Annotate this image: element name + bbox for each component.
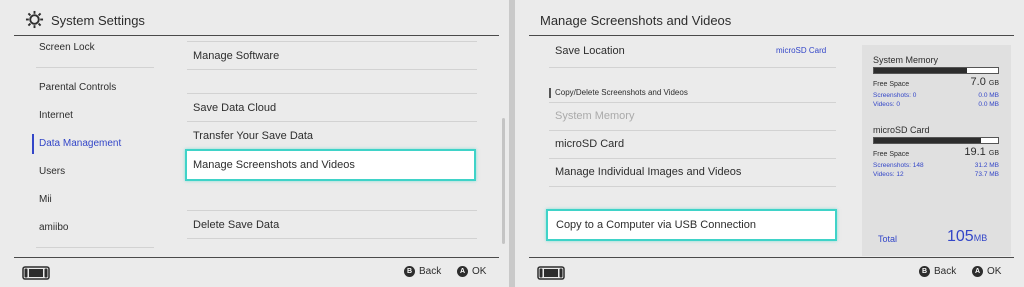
system-memory-bar-fill — [874, 68, 967, 73]
header: System Settings — [0, 0, 509, 36]
back-button[interactable]: B Back — [404, 266, 441, 277]
total-value: 105MB — [947, 228, 987, 246]
b-button-icon: B — [919, 266, 930, 277]
ok-button[interactable]: A OK — [972, 266, 1001, 277]
active-indicator — [32, 134, 34, 154]
sd-card-bar-fill — [874, 138, 981, 143]
sidebar-item-amiibo[interactable]: amiibo — [39, 222, 68, 233]
header-divider — [529, 35, 1014, 36]
microsd-card-item[interactable]: microSD Card — [555, 138, 624, 150]
sidebar-item-mii[interactable]: Mii — [39, 194, 52, 205]
system-screenshots-label: Screenshots: 0 — [873, 92, 917, 99]
list-divider — [549, 130, 836, 131]
menu-divider — [187, 121, 477, 122]
menu-divider — [187, 69, 477, 70]
system-free-value: 7.0 GB — [971, 76, 999, 88]
sidebar-item-screen-lock[interactable]: Screen Lock — [39, 42, 95, 53]
sidebar-item-internet[interactable]: Internet — [39, 110, 73, 121]
a-button-icon: A — [972, 266, 983, 277]
sd-card-title: microSD Card — [873, 125, 930, 135]
back-label: Back — [934, 266, 957, 277]
back-button[interactable]: B Back — [919, 266, 956, 277]
sd-free-unit: GB — [988, 150, 999, 157]
list-divider — [549, 102, 836, 103]
sd-free-label: Free Space — [873, 151, 910, 158]
b-button-icon: B — [404, 266, 415, 277]
page-title: Manage Screenshots and Videos — [540, 13, 732, 28]
sd-free-number: 19.1 — [964, 146, 986, 158]
menu-item-save-data-cloud[interactable]: Save Data Cloud — [193, 102, 276, 114]
system-free-unit: GB — [988, 80, 999, 87]
section-marker — [549, 88, 551, 98]
sd-screenshots-value: 31.2 MB — [974, 162, 999, 169]
menu-item-delete-save-data[interactable]: Delete Save Data — [193, 219, 279, 231]
total-unit: MB — [973, 233, 988, 243]
sidebar-item-data-management[interactable]: Data Management — [39, 138, 121, 149]
menu-item-transfer-save-data[interactable]: Transfer Your Save Data — [193, 130, 313, 142]
sidebar-item-users[interactable]: Users — [39, 166, 65, 177]
system-videos-value: 0.0 MB — [978, 101, 999, 108]
system-memory-bar — [873, 67, 999, 74]
menu-item-label: Manage Screenshots and Videos — [193, 159, 355, 171]
a-button-icon: A — [457, 266, 468, 277]
header-divider — [14, 35, 499, 36]
system-free-number: 7.0 — [970, 76, 986, 88]
footer: B Back A OK — [515, 258, 1024, 287]
system-settings-panel: System Settings Screen Lock Parental Con… — [0, 0, 509, 287]
header: Manage Screenshots and Videos — [515, 0, 1024, 36]
console-icon — [537, 266, 565, 285]
save-location-value: microSD Card — [776, 46, 827, 55]
sidebar-divider — [36, 67, 154, 68]
menu-divider — [187, 41, 477, 42]
manage-individual-item[interactable]: Manage Individual Images and Videos — [555, 166, 741, 178]
console-icon — [22, 266, 50, 285]
system-videos-label: Videos: 0 — [873, 101, 900, 108]
scrollbar[interactable] — [502, 118, 505, 244]
list-divider — [549, 67, 836, 68]
menu-item-manage-software[interactable]: Manage Software — [193, 50, 279, 62]
system-memory-item: System Memory — [555, 110, 635, 122]
menu-divider — [187, 93, 477, 94]
ok-button[interactable]: A OK — [457, 266, 486, 277]
sd-videos-label: Videos: 12 — [873, 171, 904, 178]
footer: B Back A OK — [0, 258, 509, 287]
sd-card-bar — [873, 137, 999, 144]
list-divider — [549, 186, 836, 187]
menu-item-manage-screenshots[interactable]: Manage Screenshots and Videos — [185, 149, 476, 181]
menu-divider — [187, 238, 477, 239]
total-label: Total — [878, 234, 898, 244]
back-label: Back — [419, 266, 442, 277]
sidebar-divider — [36, 247, 154, 248]
system-memory-title: System Memory — [873, 55, 939, 65]
sd-videos-value: 73.7 MB — [974, 171, 999, 178]
page-title: System Settings — [51, 13, 145, 28]
system-free-label: Free Space — [873, 81, 910, 88]
copy-to-computer-label: Copy to a Computer via USB Connection — [556, 219, 756, 231]
section-label: Copy/Delete Screenshots and Videos — [555, 88, 688, 97]
sidebar-item-parental-controls[interactable]: Parental Controls — [39, 82, 116, 93]
system-screenshots-value: 0.0 MB — [978, 92, 999, 99]
ok-label: OK — [987, 266, 1002, 277]
total-number: 105 — [947, 228, 974, 245]
sd-screenshots-label: Screenshots: 148 — [873, 162, 924, 169]
menu-divider — [187, 210, 477, 211]
ok-label: OK — [472, 266, 487, 277]
sd-free-value: 19.1 GB — [964, 146, 999, 158]
gear-icon — [25, 10, 44, 34]
copy-to-computer-button[interactable]: Copy to a Computer via USB Connection — [546, 209, 837, 241]
save-location-label: Save Location — [555, 45, 625, 57]
list-divider — [549, 158, 836, 159]
